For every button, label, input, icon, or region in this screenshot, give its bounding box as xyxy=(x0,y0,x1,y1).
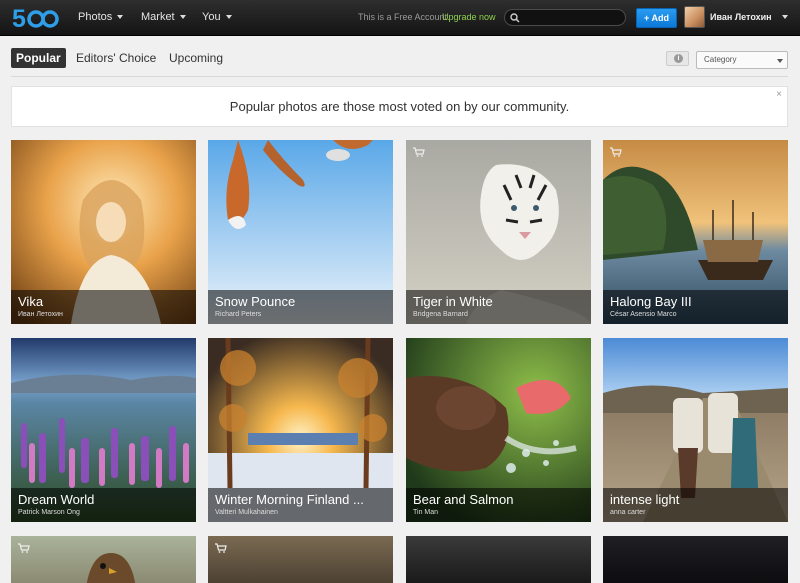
chevron-down-icon xyxy=(225,15,232,20)
svg-text:5: 5 xyxy=(12,5,26,31)
photo-author[interactable]: Patrick Marson Ong xyxy=(18,509,80,516)
chevron-down-icon xyxy=(179,15,186,20)
tab-upcoming[interactable]: Upcoming xyxy=(169,48,223,68)
photo-card[interactable]: Dream World Patrick Marson Ong xyxy=(11,338,196,522)
category-select[interactable]: Category xyxy=(696,51,788,69)
photo-author[interactable]: Valtteri Mulkahainen xyxy=(215,509,278,516)
nav-photos-label: Photos xyxy=(78,11,113,23)
nav-market[interactable]: Market xyxy=(141,11,186,23)
photo-card[interactable]: Tiger in White Bridgena Barnard xyxy=(406,140,591,324)
upgrade-link[interactable]: Upgrade now xyxy=(442,12,496,22)
nav-you[interactable]: You xyxy=(202,11,232,23)
photo-title[interactable]: Dream World xyxy=(18,492,94,507)
photo-author[interactable]: Иван Летохин xyxy=(18,311,63,318)
tab-popular[interactable]: Popular xyxy=(11,48,66,68)
tab-editors-choice[interactable]: Editors' Choice xyxy=(76,48,156,68)
top-navigation-bar: 5 Photos Market You This is a Free Accou… xyxy=(0,0,800,36)
photo-caption: Halong Bay III César Asensio Marco xyxy=(603,290,788,324)
photo-caption: intense light anna carter xyxy=(603,488,788,522)
photo-title[interactable]: Tiger in White xyxy=(413,294,493,309)
add-photo-button[interactable]: + Add xyxy=(636,8,677,28)
photo-caption: Snow Pounce Richard Peters xyxy=(208,290,393,324)
photo-caption: Tiger in White Bridgena Barnard xyxy=(406,290,591,324)
photo-card[interactable]: Snow Pounce Richard Peters xyxy=(208,140,393,324)
info-icon: i xyxy=(674,54,683,63)
photo-caption: Vika Иван Летохин xyxy=(11,290,196,324)
cart-icon[interactable] xyxy=(18,543,30,553)
cart-icon[interactable] xyxy=(610,147,622,157)
photo-title[interactable]: Bear and Salmon xyxy=(413,492,513,507)
photo-title[interactable]: Halong Bay III xyxy=(610,294,692,309)
photo-card[interactable] xyxy=(603,536,788,583)
photo-author[interactable]: Bridgena Barnard xyxy=(413,311,468,318)
close-icon[interactable]: × xyxy=(776,90,782,100)
photo-card[interactable] xyxy=(208,536,393,583)
category-select-value: Category xyxy=(704,55,737,64)
photo-card[interactable]: Winter Morning Finland ... Valtteri Mulk… xyxy=(208,338,393,522)
photo-card[interactable]: Vika Иван Летохин xyxy=(11,140,196,324)
photo-image xyxy=(86,553,136,583)
photo-author[interactable]: Tin Man xyxy=(413,509,438,516)
chevron-down-icon xyxy=(777,59,783,63)
free-account-note: This is a Free Account. xyxy=(358,12,450,22)
photo-card[interactable]: Halong Bay III César Asensio Marco xyxy=(603,140,788,324)
photo-card[interactable]: intense light anna carter xyxy=(603,338,788,522)
photo-caption: Dream World Patrick Marson Ong xyxy=(11,488,196,522)
chevron-down-icon xyxy=(117,15,124,20)
photo-title[interactable]: Winter Morning Finland ... xyxy=(215,492,364,507)
cart-icon[interactable] xyxy=(413,147,425,157)
chevron-down-icon[interactable] xyxy=(782,15,788,19)
500px-logo[interactable]: 5 xyxy=(12,5,60,31)
banner-text: Popular photos are those most voted on b… xyxy=(229,99,570,114)
cart-icon[interactable] xyxy=(215,543,227,553)
search-icon xyxy=(510,13,520,23)
photo-title[interactable]: Snow Pounce xyxy=(215,294,295,309)
photo-author[interactable]: César Asensio Marco xyxy=(610,311,677,318)
photo-card[interactable]: Bear and Salmon Tin Man xyxy=(406,338,591,522)
photo-caption: Winter Morning Finland ... Valtteri Mulk… xyxy=(208,488,393,522)
info-button[interactable]: i xyxy=(666,51,689,66)
photo-title[interactable]: intense light xyxy=(610,492,679,507)
photo-author[interactable]: Richard Peters xyxy=(215,311,261,318)
nav-you-label: You xyxy=(202,11,221,23)
photo-card[interactable] xyxy=(11,536,196,583)
photo-title[interactable]: Vika xyxy=(18,294,43,309)
nav-market-label: Market xyxy=(141,11,175,23)
photo-caption: Bear and Salmon Tin Man xyxy=(406,488,591,522)
popular-info-banner: Popular photos are those most voted on b… xyxy=(11,86,788,127)
avatar[interactable] xyxy=(684,6,705,28)
photo-author[interactable]: anna carter xyxy=(610,509,645,516)
divider xyxy=(11,76,788,77)
username[interactable]: Иван Летохин xyxy=(710,12,772,22)
search-box[interactable] xyxy=(504,9,626,26)
photo-card[interactable] xyxy=(406,536,591,583)
search-input[interactable] xyxy=(525,11,621,24)
nav-photos[interactable]: Photos xyxy=(78,11,124,23)
